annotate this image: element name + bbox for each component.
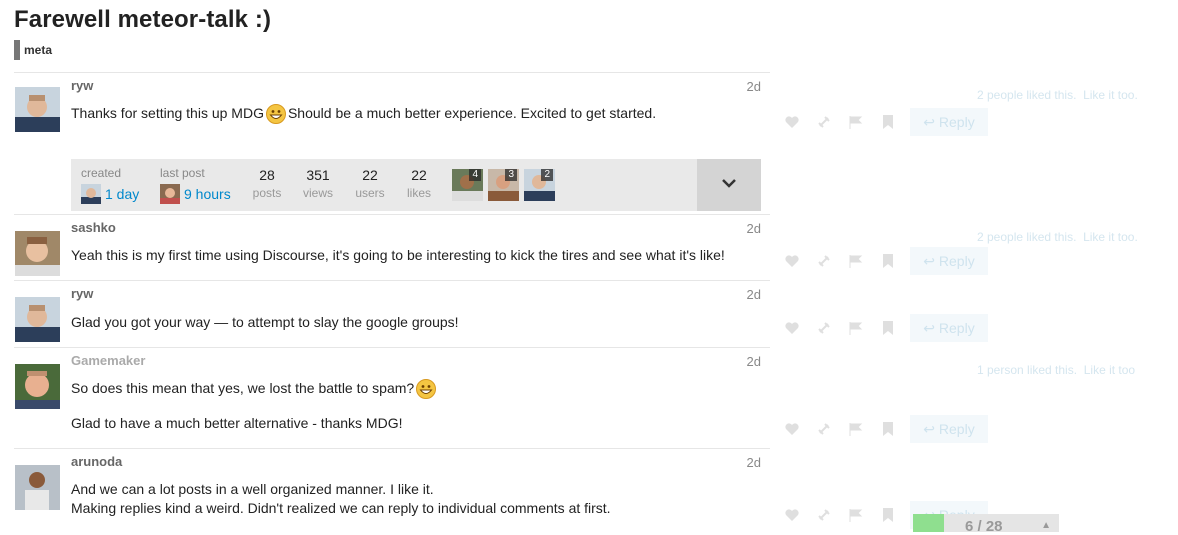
link-icon[interactable] — [816, 253, 832, 269]
post-body-line: Making replies kind a weird. Didn't real… — [71, 500, 611, 516]
likes-stat: 22 likes — [406, 167, 431, 200]
post-date[interactable]: 2d — [747, 455, 761, 470]
avatar[interactable] — [160, 184, 180, 204]
reply-button[interactable]: ↩ Reply — [910, 247, 988, 275]
post-actions: ↩ Reply — [780, 247, 1000, 275]
avatar[interactable] — [15, 465, 60, 510]
like-summary: 2 people liked this. Like it too. — [977, 88, 1138, 102]
post: ryw 2d Thanks for setting this up MDG Sho… — [14, 72, 770, 215]
like-summary: 2 people liked this. Like it too. — [977, 230, 1138, 244]
link-icon[interactable] — [816, 421, 832, 437]
avatar[interactable] — [15, 87, 60, 132]
post: ryw 2d Glad you got your way — to attemp… — [14, 280, 770, 348]
bookmark-icon[interactable] — [880, 253, 896, 269]
bookmark-icon[interactable] — [880, 320, 896, 336]
reply-icon: ↩ — [923, 253, 939, 269]
like-it-too-link[interactable]: Like it too. — [1083, 88, 1138, 102]
link-icon[interactable] — [816, 320, 832, 336]
reply-button[interactable]: ↩ Reply — [910, 415, 988, 443]
post-actions: ↩ Reply — [780, 415, 1000, 443]
last-post-link[interactable]: 9 hours — [184, 186, 231, 202]
post-body: Glad you got your way — to attempt to sl… — [71, 314, 459, 330]
post-date[interactable]: 2d — [747, 221, 761, 236]
post: arunoda 2d And we can a lot posts in a w… — [14, 448, 770, 533]
post: sashko 2d Yeah this is my first time usi… — [14, 214, 770, 281]
link-icon[interactable] — [816, 507, 832, 523]
username[interactable]: ryw — [71, 78, 93, 93]
reply-icon: ↩ — [923, 320, 939, 336]
participant-avatar[interactable]: 2 — [524, 169, 555, 201]
like-it-too-link[interactable]: Like it too. — [1083, 230, 1138, 244]
like-summary: 1 person liked this. Like it too — [977, 363, 1136, 377]
participant-avatar[interactable]: 4 — [452, 169, 483, 201]
reply-icon: ↩ — [923, 421, 939, 437]
link-icon[interactable] — [816, 114, 832, 130]
post-body: So does this mean that yes, we lost the … — [71, 379, 438, 400]
expand-summary-button[interactable] — [697, 159, 761, 211]
post-body-line: Glad to have a much better alternative -… — [71, 415, 403, 431]
smile-emoji — [265, 104, 286, 125]
last-post-info: last post 9 hours — [160, 166, 231, 204]
username[interactable]: arunoda — [71, 454, 122, 469]
post-body: And we can a lot posts in a well organiz… — [71, 481, 434, 497]
flag-icon[interactable] — [848, 320, 864, 336]
progress-fill — [913, 514, 944, 532]
heart-icon[interactable] — [784, 320, 800, 336]
topic-title: Farewell meteor-talk :) — [14, 6, 272, 33]
category-badge[interactable]: meta — [14, 40, 52, 60]
username[interactable]: ryw — [71, 286, 93, 301]
chevron-up-icon[interactable]: ▲ — [1041, 520, 1051, 531]
flag-icon[interactable] — [848, 253, 864, 269]
created-info: created 1 day — [81, 166, 140, 204]
flag-icon[interactable] — [848, 421, 864, 437]
username[interactable]: sashko — [71, 220, 116, 235]
username[interactable]: Gamemaker — [71, 353, 145, 368]
post-date[interactable]: 2d — [747, 354, 761, 369]
bookmark-icon[interactable] — [880, 507, 896, 523]
reply-icon: ↩ — [923, 114, 939, 130]
topic-summary: created 1 day last post 9 hours 28 posts … — [71, 159, 761, 211]
post-date[interactable]: 2d — [747, 287, 761, 302]
reply-button[interactable]: ↩ Reply — [910, 108, 988, 136]
heart-icon[interactable] — [784, 507, 800, 523]
post-body: Thanks for setting this up MDG Should be … — [71, 104, 656, 125]
like-it-too-link[interactable]: Like it too — [1084, 363, 1135, 377]
heart-icon[interactable] — [784, 253, 800, 269]
bookmark-icon[interactable] — [880, 421, 896, 437]
topic-progress[interactable]: 6 / 28 ▲ — [913, 514, 1059, 535]
posts-stat: 28 posts — [252, 167, 282, 200]
bookmark-icon[interactable] — [880, 114, 896, 130]
participant-avatar[interactable]: 3 — [488, 169, 519, 201]
heart-icon[interactable] — [784, 114, 800, 130]
smile-emoji — [416, 379, 437, 400]
avatar[interactable] — [15, 297, 60, 342]
post-actions: ↩ Reply — [780, 108, 1000, 136]
avatar[interactable] — [15, 231, 60, 276]
created-link[interactable]: 1 day — [105, 186, 139, 202]
views-stat: 351 views — [302, 167, 333, 200]
post-actions: ↩ Reply — [780, 314, 1000, 342]
heart-icon[interactable] — [784, 421, 800, 437]
users-stat: 22 users — [355, 167, 385, 200]
flag-icon[interactable] — [848, 507, 864, 523]
reply-button[interactable]: ↩ Reply — [910, 314, 988, 342]
post-date[interactable]: 2d — [747, 79, 761, 94]
post: Gamemaker 2d So does this mean that yes,… — [14, 347, 770, 449]
avatar[interactable] — [15, 364, 60, 409]
flag-icon[interactable] — [848, 114, 864, 130]
chevron-down-icon — [721, 176, 737, 194]
avatar[interactable] — [81, 184, 101, 204]
post-body: Yeah this is my first time using Discour… — [71, 247, 725, 263]
progress-text: 6 / 28 — [965, 518, 1003, 535]
